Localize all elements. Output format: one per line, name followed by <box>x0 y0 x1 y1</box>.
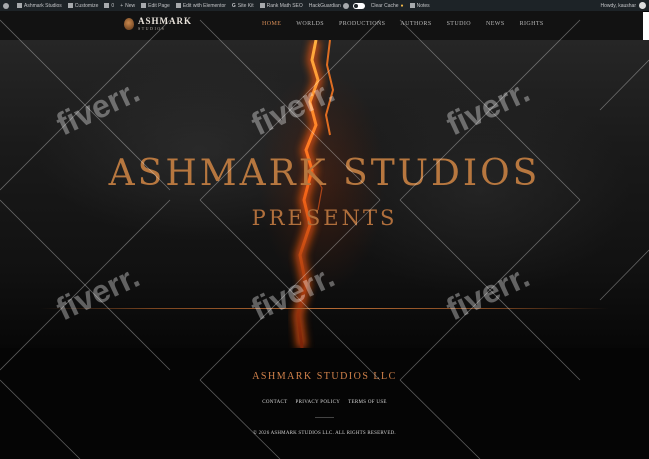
footer-links: CONTACT PRIVACY POLICY TERMS OF USE <box>0 400 649 405</box>
rank-math-label: Rank Math SEO <box>266 2 303 9</box>
edit-elementor-link[interactable]: Edit with Elementor <box>175 2 226 9</box>
footer-link-privacy[interactable]: PRIVACY POLICY <box>296 400 341 405</box>
logo-mark-icon <box>124 18 134 30</box>
notes-icon <box>409 3 415 8</box>
edit-page-label: Edit Page <box>148 2 170 9</box>
hackguardian-toggle[interactable] <box>352 2 365 9</box>
comments-count: 0 <box>111 2 115 9</box>
edit-page-link[interactable]: Edit Page <box>141 3 170 9</box>
comments-link[interactable]: 0 <box>104 3 114 9</box>
notes-link[interactable]: Notes <box>409 2 430 9</box>
site-footer: ASHMARK STUDIOS LLC CONTACT PRIVACY POLI… <box>0 348 649 459</box>
site-name-link[interactable]: Ashmark Studios <box>17 3 62 9</box>
hero-subtitle: PRESENTS <box>251 206 398 230</box>
logo-text: ASHMARK STUDIOS <box>138 17 192 31</box>
footer-copyright: © 2026 ASHMARK STUDIOS LLC. ALL RIGHTS R… <box>253 431 396 436</box>
nav-item-productions[interactable]: PRODUCTIONS <box>339 21 385 27</box>
clear-cache-label: Clear Cache <box>370 2 399 9</box>
avatar <box>639 2 646 9</box>
site-logo[interactable]: ASHMARK STUDIOS <box>124 17 192 31</box>
hero-divider <box>40 308 609 309</box>
new-content-link[interactable]: + New <box>120 3 135 9</box>
pencil-icon <box>141 3 147 8</box>
logo-subtitle: STUDIOS <box>138 26 166 31</box>
greeting-label: Howdy, kaushar <box>600 2 636 9</box>
wordpress-icon <box>3 2 9 9</box>
nav-item-studio[interactable]: STUDIO <box>447 21 471 27</box>
footer-link-terms[interactable]: TERMS OF USE <box>348 400 387 405</box>
footer-divider <box>315 417 334 418</box>
comment-icon <box>104 3 110 8</box>
new-label: New <box>125 2 136 9</box>
my-account-menu[interactable]: Howdy, kaushar <box>601 2 646 9</box>
clear-cache-link[interactable]: Clear Cache ● <box>371 3 404 9</box>
main-nav: HOME WORLDS PRODUCTIONS AUTHORS STUDIO N… <box>262 21 559 27</box>
footer-link-contact[interactable]: CONTACT <box>262 400 287 405</box>
edit-elementor-label: Edit with Elementor <box>182 2 226 9</box>
nav-item-home[interactable]: HOME <box>262 21 281 27</box>
nav-item-authors[interactable]: AUTHORS <box>400 21 431 27</box>
hackguardian-link[interactable]: HackGuardian <box>308 2 365 9</box>
brush-icon <box>67 3 73 8</box>
footer-brand: ASHMARK STUDIOS LLC <box>252 371 397 382</box>
nav-item-rights[interactable]: RIGHTS <box>520 21 544 27</box>
scroll-edge <box>643 12 649 40</box>
home-icon <box>17 3 22 8</box>
logo-name: ASHMARK <box>138 16 192 26</box>
shield-icon <box>342 2 349 9</box>
site-kit-label: Site Kit <box>237 2 254 9</box>
site-name-label: Ashmark Studios <box>24 2 62 9</box>
google-icon: G <box>231 2 236 9</box>
hero-title: ASHMARK STUDIOS <box>108 153 541 194</box>
rank-math-link[interactable]: Rank Math SEO <box>259 2 303 9</box>
lava-crack-image <box>292 40 335 348</box>
nav-item-news[interactable]: NEWS <box>486 21 505 27</box>
plus-icon: + <box>120 2 124 9</box>
site-header: ASHMARK STUDIOS HOME WORLDS PRODUCTIONS … <box>0 11 643 40</box>
customize-link[interactable]: Customize <box>67 2 99 9</box>
site-kit-link[interactable]: G Site Kit <box>232 3 254 9</box>
broom-icon: ● <box>400 2 404 9</box>
wp-admin-bar: Ashmark Studios Customize 0 + New Edit Pa… <box>0 0 649 11</box>
hackguardian-label: HackGuardian <box>308 2 341 9</box>
customize-label: Customize <box>74 2 99 9</box>
wordpress-logo-button[interactable] <box>3 2 11 9</box>
chart-icon <box>259 3 265 8</box>
hero-section: ASHMARK STUDIOS PRESENTS <box>0 40 649 348</box>
elementor-icon <box>175 3 181 8</box>
nav-item-worlds[interactable]: WORLDS <box>296 21 324 27</box>
notes-label: Notes <box>416 2 430 9</box>
